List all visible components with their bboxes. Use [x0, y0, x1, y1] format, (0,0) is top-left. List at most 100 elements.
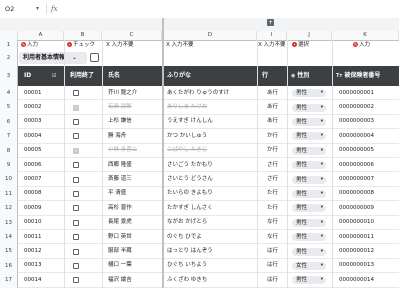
frozen-column-divider[interactable]: [162, 18, 164, 288]
ended-checkbox[interactable]: [73, 234, 79, 241]
header-ended[interactable]: 利用終了: [70, 66, 94, 86]
ended-checkbox[interactable]: [73, 262, 79, 269]
row-number[interactable]: 12: [0, 201, 18, 216]
gender-dropdown[interactable]: 男性 ▾: [292, 161, 326, 170]
cell-furigana[interactable]: のぐち ひでよ: [167, 232, 202, 243]
cell-gyo[interactable]: あ行: [267, 116, 278, 127]
chevron-down-icon[interactable]: ⌄: [72, 52, 77, 64]
cell-name[interactable]: 平 清盛: [108, 188, 126, 199]
cell-furigana[interactable]: たいらの きよもり: [167, 188, 213, 199]
cell-furigana[interactable]: ひぐち いちよう: [167, 260, 207, 271]
gender-dropdown[interactable]: 男性 ▾: [292, 175, 326, 184]
cell-name[interactable]: 樋口 一葉: [108, 260, 132, 271]
cell-gyo[interactable]: は行: [267, 246, 278, 257]
cell-id[interactable]: 00006: [24, 160, 42, 171]
row-number[interactable]: 15: [0, 244, 18, 259]
ended-checkbox[interactable]: [73, 205, 79, 212]
cell-name[interactable]: 野口 英世: [108, 232, 132, 243]
cell-gyo[interactable]: か行: [267, 145, 278, 156]
cell-insured-number[interactable]: 0000000008: [339, 188, 374, 199]
cell-gyo[interactable]: さ行: [267, 174, 278, 185]
gender-dropdown[interactable]: 女性 ▾: [292, 261, 326, 270]
cell-insured-number[interactable]: 0000000001: [339, 88, 374, 99]
row-number[interactable]: 17: [0, 273, 18, 288]
cell-id[interactable]: 00013: [24, 260, 42, 271]
table-row[interactable]: 00013 樋口 一葉 ひぐち いちよう は行 女性 ▾ 0000000013: [18, 259, 399, 274]
ended-checkbox[interactable]: [73, 190, 79, 197]
cell-gyo[interactable]: な行: [267, 232, 278, 243]
table-row[interactable]: 00002 有島 武郎 ありしま たけお あ行 男性 ▾ 0000000002: [18, 100, 399, 115]
row-number[interactable]: 14: [0, 230, 18, 245]
cell-furigana[interactable]: ありしま たけお: [167, 102, 207, 113]
table-row[interactable]: 00014 福沢 諭吉 ふくざわ ゆきち は行 男性 ▾ 0000000014: [18, 273, 399, 288]
row-number[interactable]: 13: [0, 215, 18, 230]
cell-name[interactable]: 斎藤 道三: [108, 174, 132, 185]
cell-insured-number[interactable]: 0000000009: [339, 203, 374, 214]
row-number[interactable]: 1: [0, 40, 18, 50]
ended-checkbox[interactable]: [73, 277, 79, 284]
gender-dropdown[interactable]: 男性 ▾: [292, 233, 326, 242]
row-number[interactable]: 9: [0, 158, 18, 173]
cell-furigana[interactable]: たかすぎ しんさく: [167, 203, 213, 214]
table-settings-icon[interactable]: [90, 53, 99, 62]
cell-insured-number[interactable]: 0000000006: [339, 160, 374, 171]
cell-insured-number[interactable]: 0000000012: [339, 246, 374, 257]
gender-dropdown[interactable]: 男性 ▾: [292, 204, 326, 213]
cell-furigana[interactable]: さいとう どうさん: [167, 174, 213, 185]
cell-insured-number[interactable]: 0000000013: [339, 260, 374, 271]
table-row[interactable]: 00007 斎藤 道三 さいとう どうさん さ行 男性 ▾ 0000000007: [18, 172, 399, 187]
cell-furigana[interactable]: ながお かげとら: [167, 217, 207, 228]
gender-dropdown[interactable]: 男性 ▾: [292, 117, 326, 126]
cell-name[interactable]: 西郷 隆盛: [108, 160, 132, 171]
header-furigana[interactable]: ふりがな: [167, 66, 191, 86]
gender-dropdown[interactable]: 男性 ▾: [292, 247, 326, 256]
ended-checkbox[interactable]: [73, 248, 79, 255]
ended-checkbox[interactable]: [73, 133, 79, 140]
cell-insured-number[interactable]: 0000000011: [339, 232, 374, 243]
cell-name[interactable]: 長尾 景虎: [108, 217, 132, 228]
cell-id[interactable]: 00004: [24, 131, 42, 142]
ended-checkbox[interactable]: [73, 90, 79, 97]
cell-gyo[interactable]: は行: [267, 275, 278, 286]
cell-insured-number[interactable]: 0000000010: [339, 217, 374, 228]
cell-id[interactable]: 00010: [24, 217, 42, 228]
table-row[interactable]: 00008 平 清盛 たいらの きよもり た行 男性 ▾ 0000000008: [18, 187, 399, 202]
row-number[interactable]: 7: [0, 129, 18, 144]
gender-dropdown[interactable]: 男性 ▾: [292, 132, 326, 141]
row-number[interactable]: 4: [0, 86, 18, 101]
name-box-dropdown-icon[interactable]: ▾: [36, 3, 39, 15]
table-row[interactable]: 00003 上杉 謙信 うえすぎ けんしん あ行 男性 ▾ 0000000003: [18, 115, 399, 130]
cell-id[interactable]: 00001: [24, 88, 42, 99]
cell-gyo[interactable]: あ行: [267, 88, 278, 99]
cell-id[interactable]: 00005: [24, 145, 42, 156]
cell-furigana[interactable]: さいごう たかもり: [167, 160, 213, 171]
header-id[interactable]: ID: [24, 66, 31, 86]
cell-gyo[interactable]: な行: [267, 217, 278, 228]
ended-checkbox[interactable]: [73, 104, 79, 111]
gender-dropdown[interactable]: 男性 ▾: [292, 276, 326, 285]
ended-checkbox[interactable]: [73, 118, 79, 125]
column-header-k[interactable]: K: [332, 31, 399, 40]
column-header-j[interactable]: J: [287, 31, 332, 40]
row-number[interactable]: 6: [0, 114, 18, 130]
gender-dropdown[interactable]: 男性 ▾: [292, 218, 326, 227]
expand-group-icon[interactable]: +: [267, 19, 274, 26]
cell-furigana[interactable]: あくたがわ りゅうのすけ: [167, 88, 229, 99]
column-header-a[interactable]: A: [18, 31, 64, 40]
table-row[interactable]: 00005 小林 多喜二 こばやし たきじ か行 男性 ▾ 0000000005: [18, 144, 399, 158]
gender-dropdown[interactable]: 男性 ▾: [292, 89, 326, 98]
cell-furigana[interactable]: ふくざわ ゆきち: [167, 275, 207, 286]
table-row[interactable]: 00009 高杉 晋作 たかすぎ しんさく た行 男性 ▾ 0000000009: [18, 201, 399, 216]
cell-gyo[interactable]: さ行: [267, 160, 278, 171]
row-number[interactable]: 10: [0, 172, 18, 187]
header-gender[interactable]: ◉ 性別: [291, 66, 309, 86]
cell-id[interactable]: 00003: [24, 116, 42, 127]
cell-name[interactable]: 小林 多喜二: [108, 145, 137, 156]
cell-furigana[interactable]: うえすぎ けんしん: [167, 116, 213, 127]
cell-gyo[interactable]: た行: [267, 203, 278, 214]
cell-name[interactable]: 芥川 龍之介: [108, 88, 137, 99]
cell-name[interactable]: 服部 半蔵: [108, 246, 132, 257]
row-number[interactable]: 5: [0, 100, 18, 115]
cell-id[interactable]: 00002: [24, 102, 42, 113]
cell-insured-number[interactable]: 0000000002: [339, 102, 374, 113]
